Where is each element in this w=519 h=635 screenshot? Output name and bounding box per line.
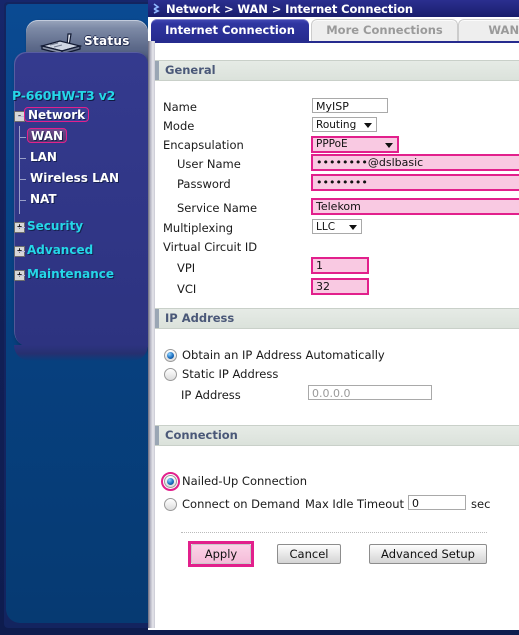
label-name: Name — [163, 100, 197, 114]
label-max-idle-timeout: Max Idle Timeout — [305, 497, 405, 511]
encapsulation-select-value: PPPoE — [316, 138, 348, 150]
tree-connector — [18, 227, 25, 228]
sidebar-item-network[interactable]: - Network — [12, 106, 142, 127]
tab-strip: Internet Connection More Connections WAN… — [148, 17, 519, 42]
label-mode: Mode — [163, 119, 195, 133]
breadcrumb: Network > WAN > Internet Connection — [166, 2, 414, 16]
radio-connect-on-demand[interactable] — [164, 498, 177, 511]
sidebar-item-label-wireless-lan: Wireless LAN — [30, 171, 120, 185]
label-vci: VCI — [177, 282, 197, 296]
sidebar-item-nat[interactable]: NAT — [12, 190, 142, 211]
label-nailed-up-connection: Nailed-Up Connection — [182, 474, 308, 488]
sidebar-item-lan[interactable]: LAN — [12, 148, 142, 169]
sidebar-item-label-network: Network — [24, 107, 90, 122]
divider — [181, 532, 487, 533]
label-password: Password — [177, 177, 231, 191]
label-ip-address: IP Address — [181, 388, 241, 402]
mode-select[interactable]: Routing — [312, 117, 377, 132]
mode-select-value: Routing — [316, 119, 357, 131]
name-input[interactable]: MyISP — [312, 98, 388, 113]
max-idle-timeout-input[interactable]: 0 — [408, 495, 466, 510]
cancel-button[interactable]: Cancel — [277, 544, 341, 564]
app-window: Status P-660HW-T3 v2 - Network WAN LAN W… — [0, 0, 519, 635]
label-virtual-circuit-id: Virtual Circuit ID — [163, 240, 258, 254]
section-header-general: General — [155, 60, 519, 81]
radio-obtain-ip-auto[interactable] — [164, 349, 177, 362]
username-input[interactable]: ••••••••@dslbasic — [311, 154, 519, 171]
label-encapsulation: Encapsulation — [163, 138, 244, 152]
tree-connector — [18, 251, 25, 252]
label-timeout-unit: sec — [471, 497, 491, 511]
status-tab-label: Status — [84, 34, 130, 48]
multiplexing-select-value: LLC — [316, 221, 336, 233]
label-service-name: Service Name — [177, 201, 258, 215]
sidebar-item-label-maintenance: Maintenance — [27, 267, 115, 281]
tree-connector — [19, 158, 26, 159]
sidebar-item-label-wan: WAN — [27, 128, 68, 143]
encapsulation-select[interactable]: PPPoE — [311, 136, 399, 153]
sidebar-item-label-advanced: Advanced — [27, 243, 94, 257]
sidebar-item-advanced[interactable]: + Advanced — [12, 241, 142, 262]
section-accent-bar — [155, 426, 159, 445]
section-accent-bar — [155, 61, 159, 80]
tree-connector — [18, 275, 25, 276]
label-multiplexing: Multiplexing — [163, 221, 234, 235]
label-connect-on-demand: Connect on Demand — [182, 497, 300, 511]
sidebar-item-label-lan: LAN — [30, 150, 57, 164]
label-vpi: VPI — [177, 261, 196, 275]
tab-more-connections[interactable]: More Connections — [311, 19, 458, 42]
chevron-down-icon — [364, 123, 372, 128]
advanced-setup-button[interactable]: Advanced Setup — [369, 544, 487, 564]
chevron-down-icon — [349, 225, 357, 230]
content-window: Network > WAN > Internet Connection Inte… — [148, 0, 519, 630]
radio-nailed-up-connection[interactable] — [164, 475, 177, 488]
sidebar-item-wireless-lan[interactable]: Wireless LAN — [12, 169, 142, 190]
radio-static-ip[interactable] — [164, 368, 177, 381]
panel-content: General Name MyISP Mode Routing Encapsul… — [155, 43, 519, 630]
label-user-name: User Name — [177, 157, 241, 171]
sidebar-item-label-nat: NAT — [30, 192, 57, 206]
section-header-connection: Connection — [155, 425, 519, 446]
tree-connector — [19, 200, 26, 201]
tab-internet-connection[interactable]: Internet Connection — [151, 19, 309, 41]
apply-button[interactable]: Apply — [191, 544, 251, 564]
service-name-input[interactable]: Telekom — [311, 198, 519, 215]
panel-scroll-rail[interactable] — [148, 41, 155, 628]
label-obtain-ip-auto: Obtain an IP Address Automatically — [182, 348, 385, 362]
sidebar-item-label-security: Security — [27, 219, 84, 233]
vci-input[interactable]: 32 — [311, 278, 369, 295]
sidebar-item-maintenance[interactable]: + Maintenance — [12, 265, 142, 286]
section-title-general: General — [165, 63, 216, 77]
label-static-ip: Static IP Address — [182, 367, 279, 381]
tree-connector — [19, 179, 26, 180]
navigation-tree: - Network WAN LAN Wireless LAN NAT + — [12, 106, 142, 286]
sidebar-item-wan[interactable]: WAN — [12, 127, 142, 148]
device-model-label: P-660HW-T3 v2 — [12, 88, 116, 103]
tab-wan-backup[interactable]: WAN Ba — [458, 19, 519, 42]
vpi-input[interactable]: 1 — [311, 257, 369, 274]
sidebar-item-security[interactable]: + Security — [12, 217, 142, 238]
title-bar: Network > WAN > Internet Connection — [148, 0, 519, 17]
tree-connector — [19, 137, 26, 138]
password-input[interactable]: •••••••• — [311, 174, 519, 191]
section-header-ip-address: IP Address — [155, 308, 519, 329]
chevron-right-icon — [153, 3, 160, 14]
section-title-connection: Connection — [165, 428, 238, 442]
multiplexing-select[interactable]: LLC — [312, 219, 362, 234]
chevron-down-icon — [385, 143, 393, 148]
ip-address-input[interactable]: 0.0.0.0 — [308, 385, 432, 400]
section-title-ip-address: IP Address — [165, 311, 235, 325]
section-accent-bar — [155, 309, 159, 328]
